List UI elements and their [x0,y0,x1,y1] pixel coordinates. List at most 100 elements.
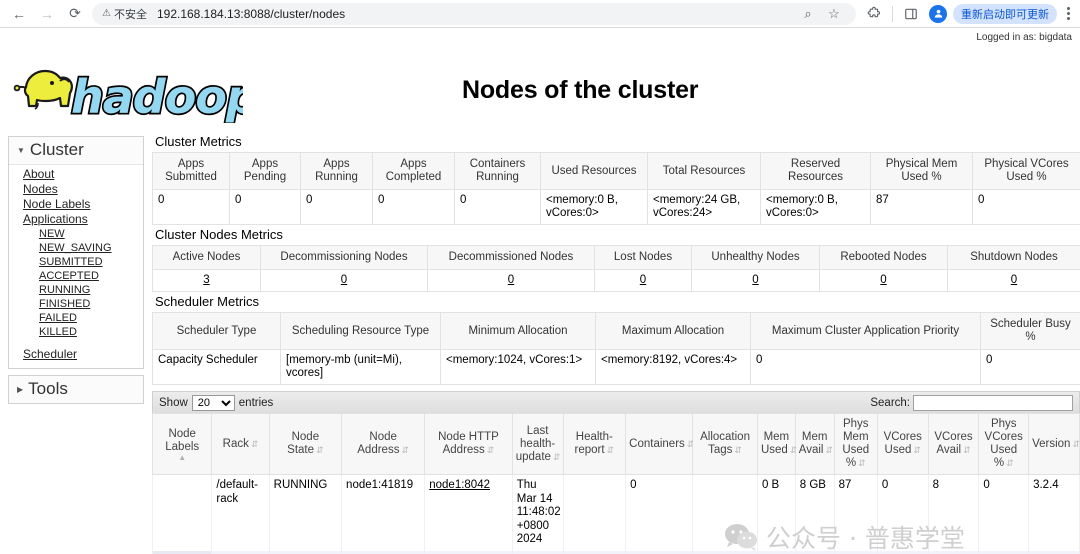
table-header-row: Node Labels ▲ Rack ⇵ Node State ⇵ Node Add… [151,413,1080,475]
sidebar-item-scheduler[interactable]: Scheduler [9,347,143,362]
th-apps-submitted[interactable]: Apps Submitted [152,152,230,190]
link-decommissioning-nodes[interactable]: 0 [341,274,347,286]
cell-node-state: RUNNING [268,474,343,551]
th-active-nodes[interactable]: Active Nodes [152,245,261,270]
th-physical-vcores-used[interactable]: Physical VCores Used % [972,152,1080,190]
link-shutdown-nodes[interactable]: 0 [1011,274,1017,286]
page-content: Logged in as: bigdata Nodes of the clust… [0,28,1080,554]
bookmark-star-icon[interactable]: ☆ [822,2,846,26]
cell-apps-submitted: 0 [152,189,230,225]
th-rack[interactable]: Rack ⇵ [211,413,270,475]
link-node-http-address[interactable]: node1:8042 [429,479,490,491]
cell-max-cluster-app-priority: 0 [750,349,981,385]
th-label: Rack [222,437,249,450]
th-apps-pending[interactable]: Apps Pending [229,152,301,190]
table-row[interactable]: /default- RUNNING node2:35007 node2:8042… [151,550,1080,554]
sidebar-item-running[interactable]: RUNNING [9,283,143,297]
th-max-cluster-app-priority[interactable]: Maximum Cluster Application Priority [750,312,981,350]
table-row[interactable]: /default-rack RUNNING node1:41819 node1:… [151,474,1080,551]
th-apps-completed[interactable]: Apps Completed [372,152,455,190]
th-lost-nodes[interactable]: Lost Nodes [594,245,692,270]
th-node-state[interactable]: Node State ⇵ [268,413,343,475]
th-node-labels[interactable]: Node Labels ▲ [151,413,213,475]
th-maximum-allocation[interactable]: Maximum Allocation [595,312,751,350]
th-used-resources[interactable]: Used Resources [540,152,648,190]
table-header-row: Apps Submitted Apps Pending Apps Running… [152,152,1080,190]
th-rebooted-nodes[interactable]: Rebooted Nodes [819,245,948,270]
sort-icon: ⇵ [1006,458,1014,468]
th-vcores-used[interactable]: VCores Used ⇵ [876,413,929,475]
sidebar-item-new[interactable]: NEW [9,227,143,241]
sidebar-item-node-labels[interactable]: Node Labels [9,197,143,212]
sidebar-item-accepted[interactable]: ACCEPTED [9,269,143,283]
th-allocation-tags[interactable]: Allocation Tags ⇵ [692,413,758,475]
th-mem-avail[interactable]: Mem Avail ⇵ [794,413,835,475]
th-phys-mem-used-pct[interactable]: Phys Mem Used % ⇵ [833,413,878,475]
th-mem-used[interactable]: Mem Used ⇵ [756,413,797,475]
th-reserved-resources[interactable]: Reserved Resources [760,152,871,190]
link-active-nodes[interactable]: 3 [203,274,209,286]
th-total-resources[interactable]: Total Resources [647,152,761,190]
link-decommissioned-nodes[interactable]: 0 [508,274,514,286]
reload-icon[interactable]: ⟳ [62,2,88,26]
back-icon[interactable]: ← [6,2,32,26]
forward-icon[interactable]: → [34,2,60,26]
cell-health-report [562,550,627,554]
sort-icon: ⇵ [1072,438,1080,449]
th-decommissioned-nodes[interactable]: Decommissioned Nodes [427,245,595,270]
th-apps-running[interactable]: Apps Running [300,152,373,190]
sidebar-item-finished[interactable]: FINISHED [9,297,143,311]
th-scheduler-type[interactable]: Scheduler Type [152,312,281,350]
th-physical-mem-used[interactable]: Physical Mem Used % [870,152,973,190]
security-chip[interactable]: ⚠ 不安全 [102,6,147,22]
th-version[interactable]: Version ⇵ [1028,413,1080,475]
th-health-report[interactable]: Health-report ⇵ [562,413,627,475]
sidebar-item-about[interactable]: About [9,167,143,182]
th-scheduler-busy[interactable]: Scheduler Busy % [980,312,1080,350]
cell-allocation-tags [692,474,758,551]
th-vcores-avail[interactable]: VCores Avail ⇵ [927,413,980,475]
th-last-health-update[interactable]: Last health-update ⇵ [511,413,564,475]
zoom-icon[interactable]: ⌕ [796,2,820,26]
th-scheduling-resource-type[interactable]: Scheduling Resource Type [280,312,441,350]
link-unhealthy-nodes[interactable]: 0 [752,274,758,286]
cell-version: 3.2.4 [1028,550,1080,554]
th-minimum-allocation[interactable]: Minimum Allocation [440,312,596,350]
sidebar-item-submitted[interactable]: SUBMITTED [9,255,143,269]
svg-text:hadoop: hadoop [71,70,243,123]
sidebar-item-killed[interactable]: KILLED [9,325,143,339]
search-input[interactable] [913,394,1073,411]
link-lost-nodes[interactable]: 0 [640,274,646,286]
th-label: Mem Used [760,431,790,456]
sidebar-item-new-saving[interactable]: NEW_SAVING [9,241,143,255]
profile-avatar-icon[interactable] [926,2,950,26]
th-shutdown-nodes[interactable]: Shutdown Nodes [947,245,1080,270]
th-node-http-address[interactable]: Node HTTP Address ⇵ [424,413,513,475]
extensions-puzzle-icon[interactable] [862,2,886,26]
th-phys-vcores-used-pct[interactable]: Phys VCores Used % ⇵ [978,413,1030,475]
cell-used-resources: <memory:0 B, vCores:0> [540,189,648,225]
hadoop-logo[interactable]: hadoop [8,61,243,123]
th-decommissioning-nodes[interactable]: Decommissioning Nodes [260,245,428,270]
cell-mem-avail: 8 GB [794,474,835,551]
sidebar-cluster-header[interactable]: ▼ Cluster [9,137,143,165]
th-node-address[interactable]: Node Address ⇵ [341,413,426,475]
th-label: Node Address [357,431,400,456]
sidebar-tools-header[interactable]: ▶ Tools [9,376,143,403]
sidebar-item-applications[interactable]: Applications [9,212,143,227]
browser-menu-icon[interactable] [1060,7,1076,20]
update-button[interactable]: 重新启动即可更新 [953,3,1057,24]
address-bar[interactable]: ⚠ 不安全 192.168.184.13:8088/cluster/nodes … [92,2,856,26]
sidebar-item-failed[interactable]: FAILED [9,311,143,325]
side-panel-icon[interactable] [899,2,923,26]
sidebar-cluster-list: About Nodes Node Labels Applications NEW… [9,165,143,368]
cell-node-http-address: node2:8042 [424,550,513,554]
th-containers[interactable]: Containers ⇵ [625,413,694,475]
sidebar-item-nodes[interactable]: Nodes [9,182,143,197]
th-containers-running[interactable]: Containers Running [454,152,541,190]
th-unhealthy-nodes[interactable]: Unhealthy Nodes [691,245,820,270]
link-rebooted-nodes[interactable]: 0 [880,274,886,286]
page-size-select[interactable]: 20 40 60 80 100 [191,394,235,411]
avatar [929,4,947,23]
sort-icon: ⇵ [734,445,742,455]
